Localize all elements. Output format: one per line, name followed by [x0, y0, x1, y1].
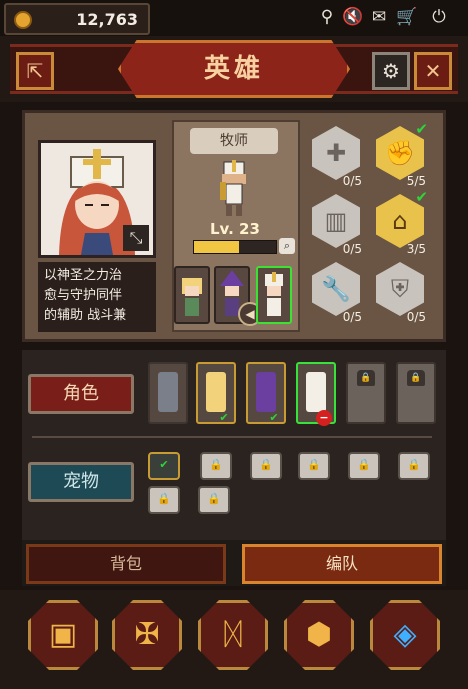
lock-icon: 🔒 — [259, 458, 273, 471]
lock-icon: 🔒 — [157, 492, 171, 505]
armor-icon: ⛨ — [376, 262, 424, 316]
remove-icon[interactable]: − — [316, 410, 332, 426]
lock-icon: 🔒 — [307, 458, 321, 471]
role-slot-priest[interactable]: − — [296, 362, 336, 426]
check-icon: ✔ — [159, 458, 169, 471]
description-line: 愈与守护同伴 — [44, 288, 123, 303]
nav-button-blue-gem[interactable]: ◈ — [370, 600, 440, 670]
expand-icon[interactable]: ⤡ — [123, 225, 149, 251]
lock-icon: 🔒 — [407, 370, 425, 386]
skill-count: 0/5 — [342, 310, 362, 324]
pillar-icon: ▥ — [312, 194, 360, 248]
role-slot-locked[interactable]: 🔒 — [396, 362, 436, 424]
skill-slot[interactable]: 🔧 0/5 — [308, 262, 364, 324]
description-line: 以神圣之力治 — [44, 268, 123, 283]
role-category-button[interactable]: 角色 — [28, 374, 134, 414]
lock-icon: 🔒 — [207, 492, 221, 505]
xp-bar — [193, 240, 277, 254]
lock-icon: 🔒 — [357, 458, 371, 471]
check-icon: ✔ — [415, 188, 428, 206]
xp-bar-fill — [194, 241, 240, 253]
box-icon: ⬢ — [305, 617, 333, 652]
lock-icon: 🔒 — [209, 458, 223, 471]
skill-slot[interactable]: ✚ 0/5 — [308, 126, 364, 188]
back-exit-icon: ⇱ — [26, 59, 44, 83]
pet-slot-locked[interactable]: 🔒 — [198, 486, 230, 514]
close-icon: ✕ — [424, 59, 442, 83]
nav-button-rune[interactable]: ᛞ — [198, 600, 268, 670]
search-icon[interactable]: ⌕ — [279, 238, 295, 254]
wrench-icon: 🔧 — [312, 262, 360, 316]
skill-slot[interactable]: ⌂ 3/5 ✔ — [372, 188, 428, 256]
pet-category-button[interactable]: 宠物 — [28, 462, 134, 502]
nav-button-cross[interactable]: ✠ — [112, 600, 182, 670]
check-icon: ✔ — [219, 411, 229, 424]
hero-class-label: 牧师 — [190, 128, 278, 154]
pin-icon[interactable]: ⚲ — [316, 6, 338, 28]
close-button[interactable]: ✕ — [414, 52, 452, 90]
cross-shield-icon: ✚ — [312, 126, 360, 180]
tab-team[interactable]: 编队 — [242, 544, 442, 584]
power-icon[interactable]: ⏻ — [428, 6, 450, 28]
role-slot-locked[interactable]: 🔒 — [346, 362, 386, 424]
section-divider — [32, 436, 432, 438]
check-icon: ✔ — [269, 411, 279, 424]
chest-icon: ▣ — [48, 617, 78, 652]
pet-slot-equipped[interactable]: ✔ — [148, 452, 180, 480]
page-title: 英雄 — [203, 54, 264, 84]
hero-portrait: ⤡ — [38, 140, 156, 258]
skill-count: 5/5 — [406, 174, 426, 188]
skill-count: 3/5 — [406, 242, 426, 256]
hero-sprite — [306, 372, 326, 412]
skill-count: 0/5 — [342, 242, 362, 256]
skill-slot[interactable]: ✊ 5/5 ✔ — [372, 120, 428, 188]
nav-button-chest[interactable]: ▣ — [28, 600, 98, 670]
lock-icon: 🔒 — [357, 370, 375, 386]
hero-sprite — [206, 372, 226, 412]
gear-icon: ⚙ — [382, 59, 400, 83]
description-line: 的辅助 战斗兼 — [44, 308, 127, 323]
blue-gem-icon: ◈ — [393, 617, 417, 652]
hero-sprite — [256, 372, 276, 412]
role-slot-witch[interactable]: ✔ — [246, 362, 286, 424]
hero-sprite — [158, 372, 178, 412]
check-icon: ✔ — [415, 120, 428, 138]
role-slot-knight[interactable] — [148, 362, 188, 424]
pet-slot-locked[interactable]: 🔒 — [398, 452, 430, 480]
pet-slot-locked[interactable]: 🔒 — [200, 452, 232, 480]
skill-count: 0/5 — [406, 310, 426, 324]
coin-amount: 12,763 — [76, 10, 138, 29]
coin-icon — [14, 11, 32, 29]
party-member-blonde[interactable] — [174, 266, 210, 324]
coin-counter: 12,763 — [4, 3, 150, 35]
hero-level: Lv. 23 — [210, 220, 260, 238]
volume-mute-icon[interactable]: 🔇 — [342, 6, 364, 28]
pet-slot-locked[interactable]: 🔒 — [250, 452, 282, 480]
cart-icon[interactable]: 🛒 — [396, 6, 418, 28]
mail-icon[interactable]: ✉ — [368, 6, 390, 28]
party-member-witch[interactable]: ◀ — [214, 266, 262, 326]
cross-icon: ✠ — [134, 617, 160, 652]
pet-slot-locked[interactable]: 🔒 — [148, 486, 180, 514]
skill-count: 0/5 — [342, 174, 362, 188]
role-slot-blonde[interactable]: ✔ — [196, 362, 236, 424]
pet-slot-locked[interactable]: 🔒 — [298, 452, 330, 480]
nav-button-box[interactable]: ⬢ — [284, 600, 354, 670]
party-member-priest[interactable] — [256, 266, 292, 324]
back-exit-button[interactable]: ⇱ — [16, 52, 54, 90]
settings-button[interactable]: ⚙ — [372, 52, 410, 90]
pet-slot-locked[interactable]: 🔒 — [348, 452, 380, 480]
rune-icon: ᛞ — [224, 617, 242, 652]
hero-sprite — [212, 160, 256, 218]
skill-slot[interactable]: ⛨ 0/5 — [372, 262, 428, 324]
lock-icon: 🔒 — [407, 458, 421, 471]
skill-slot[interactable]: ▥ 0/5 — [308, 194, 364, 256]
tab-bag[interactable]: 背包 — [26, 544, 226, 584]
hero-description: 以神圣之力治 愈与守护同伴 的辅助 战斗兼 — [38, 262, 156, 332]
